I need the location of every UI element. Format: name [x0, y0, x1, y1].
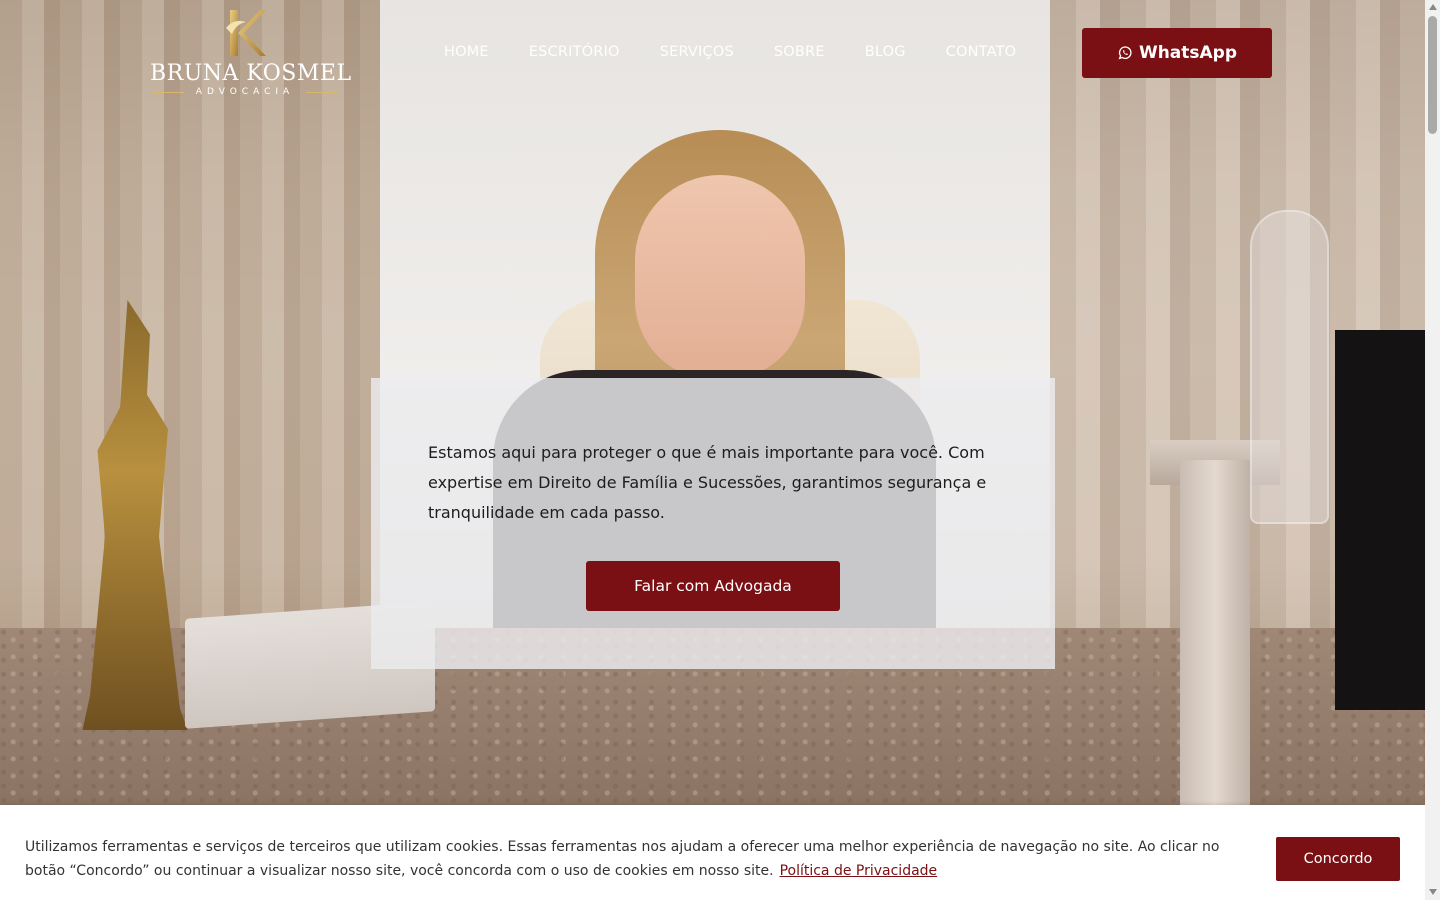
logo[interactable]: BRUNA KOSMEL ADVOCACIA [150, 8, 352, 100]
whatsapp-label: WhatsApp [1138, 43, 1238, 63]
agree-button[interactable]: Concordo [1276, 837, 1400, 881]
page-scrollbar[interactable] [1425, 0, 1440, 900]
monitor [1335, 330, 1425, 710]
scroll-down-arrow-icon[interactable] [1429, 889, 1437, 895]
hero-text: Estamos aqui para proteger o que é mais … [428, 443, 987, 522]
nav-contato[interactable]: CONTATO [946, 42, 1017, 62]
whatsapp-button[interactable]: WhatsApp [1082, 28, 1272, 78]
nav-home[interactable]: HOME [444, 42, 489, 62]
hero-card: Estamos aqui para proteger o que é mais … [371, 378, 1055, 669]
cookie-banner: Utilizamos ferramentas e serviços de ter… [0, 805, 1425, 900]
scrollbar-thumb[interactable] [1428, 16, 1437, 134]
nav-servicos[interactable]: SERVIÇOS [660, 42, 734, 62]
privacy-policy-link[interactable]: Política de Privacidade [780, 863, 938, 879]
talk-to-lawyer-button[interactable]: Falar com Advogada [586, 561, 840, 611]
logo-k-icon [226, 10, 266, 56]
whatsapp-icon [1118, 46, 1132, 60]
main-nav: HOME ESCRITÓRIO SERVIÇOS SOBRE BLOG CONT… [444, 42, 1016, 62]
nav-escritorio[interactable]: ESCRITÓRIO [529, 42, 620, 62]
nav-blog[interactable]: BLOG [865, 42, 906, 62]
pedestal [1180, 460, 1250, 820]
logo-name: BRUNA KOSMEL [150, 61, 352, 86]
cookie-text: Utilizamos ferramentas e serviços de ter… [25, 835, 1240, 883]
site-header: BRUNA KOSMEL ADVOCACIA HOME ESCRITÓRIO S… [0, 0, 1425, 110]
cookie-message: Utilizamos ferramentas e serviços de ter… [25, 839, 1220, 879]
scroll-up-arrow-icon[interactable] [1429, 4, 1437, 10]
glass-ornament [1250, 210, 1329, 524]
logo-subtitle: ADVOCACIA [150, 86, 340, 98]
nav-sobre[interactable]: SOBRE [774, 42, 825, 62]
portrait-face [635, 175, 805, 380]
